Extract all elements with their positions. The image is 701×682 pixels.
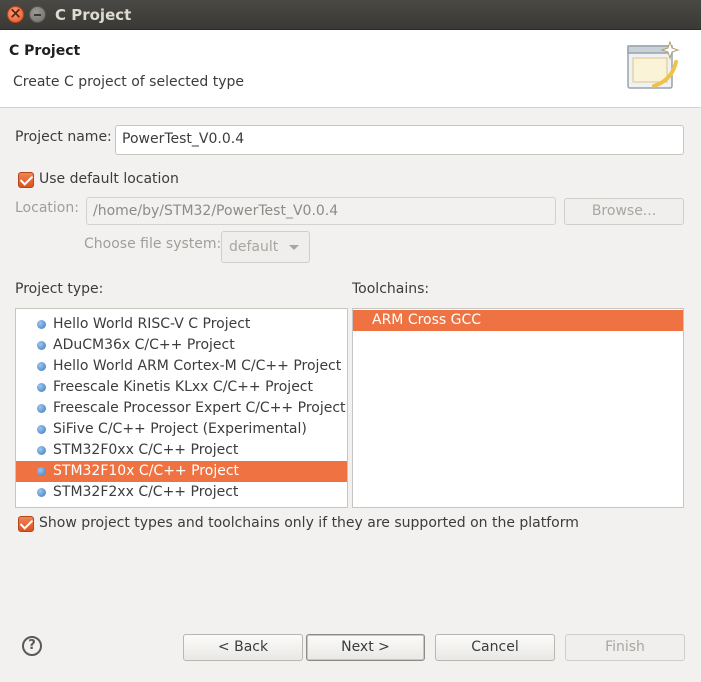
use-default-location-label[interactable]: Use default location	[39, 171, 179, 187]
wizard-banner-icon	[627, 40, 680, 89]
next-button[interactable]: Next >	[306, 634, 425, 661]
chevron-down-icon	[289, 245, 299, 250]
browse-button[interactable]: Browse...	[564, 198, 684, 225]
list-item-selected[interactable]: ARM Cross GCC	[353, 310, 683, 331]
project-name-label: Project name:	[15, 129, 112, 145]
list-item-label: ADuCM36x C/C++ Project	[53, 337, 235, 353]
project-bullet-icon	[37, 320, 46, 329]
list-item-label: STM32F2xx C/C++ Project	[53, 484, 239, 500]
page-description: Create C project of selected type	[13, 74, 244, 90]
list-item-label: Hello World RISC-V C Project	[53, 316, 251, 332]
help-icon[interactable]: ?	[22, 636, 42, 656]
project-type-label: Project type:	[15, 281, 104, 297]
project-bullet-icon	[37, 467, 46, 476]
use-default-location-checkbox[interactable]	[18, 172, 34, 188]
project-name-input[interactable]: PowerTest_V0.0.4	[115, 125, 684, 155]
list-item[interactable]: STM32F0xx C/C++ Project	[16, 440, 347, 461]
list-item[interactable]: STM32F2xx C/C++ Project	[16, 482, 347, 503]
list-item-selected[interactable]: STM32F10x C/C++ Project	[16, 461, 347, 482]
project-bullet-icon	[37, 488, 46, 497]
list-item-label: Freescale Kinetis KLxx C/C++ Project	[53, 379, 313, 395]
show-supported-only-checkbox[interactable]	[18, 516, 34, 532]
window-titlebar: C Project	[0, 0, 701, 30]
file-system-select[interactable]: default	[221, 231, 310, 263]
window-title: C Project	[55, 6, 132, 24]
list-item[interactable]: ADuCM36x C/C++ Project	[16, 335, 347, 356]
list-item-label: ARM Cross GCC	[372, 312, 482, 328]
list-item[interactable]: Freescale Processor Expert C/C++ Project	[16, 398, 347, 419]
project-bullet-icon	[37, 383, 46, 392]
project-type-list[interactable]: Hello World RISC-V C Project ADuCM36x C/…	[15, 308, 348, 508]
back-button[interactable]: < Back	[183, 634, 303, 661]
project-bullet-icon	[37, 404, 46, 413]
close-icon[interactable]	[7, 4, 24, 23]
file-system-label: Choose file system:	[84, 236, 222, 252]
list-item[interactable]: Hello World RISC-V C Project	[16, 314, 347, 335]
file-system-value: default	[229, 239, 279, 255]
list-item-label: Freescale Processor Expert C/C++ Project	[53, 400, 346, 416]
location-label: Location:	[15, 200, 79, 216]
project-bullet-icon	[37, 341, 46, 350]
list-item[interactable]: Freescale Kinetis KLxx C/C++ Project	[16, 377, 347, 398]
list-item-label: STM32F10x C/C++ Project	[53, 463, 240, 479]
cancel-button[interactable]: Cancel	[435, 634, 555, 661]
list-item-label: SiFive C/C++ Project (Experimental)	[53, 421, 307, 437]
project-bullet-icon	[37, 362, 46, 371]
list-item[interactable]: SiFive C/C++ Project (Experimental)	[16, 419, 347, 440]
list-item[interactable]: Hello World ARM Cortex-M C/C++ Project	[16, 356, 347, 377]
toolchains-list[interactable]: ARM Cross GCC	[352, 308, 684, 508]
finish-button[interactable]: Finish	[565, 634, 685, 661]
wizard-header: C Project Create C project of selected t…	[0, 30, 701, 108]
list-item-label: Hello World ARM Cortex-M C/C++ Project	[53, 358, 342, 374]
show-supported-only-label[interactable]: Show project types and toolchains only i…	[39, 515, 579, 531]
list-item-label: STM32F0xx C/C++ Project	[53, 442, 239, 458]
project-bullet-icon	[37, 446, 46, 455]
project-bullet-icon	[37, 425, 46, 434]
page-title: C Project	[9, 43, 81, 59]
minimize-icon[interactable]	[29, 6, 46, 23]
toolchains-label: Toolchains:	[352, 281, 430, 297]
location-input[interactable]: /home/by/STM32/PowerTest_V0.0.4	[86, 197, 556, 225]
